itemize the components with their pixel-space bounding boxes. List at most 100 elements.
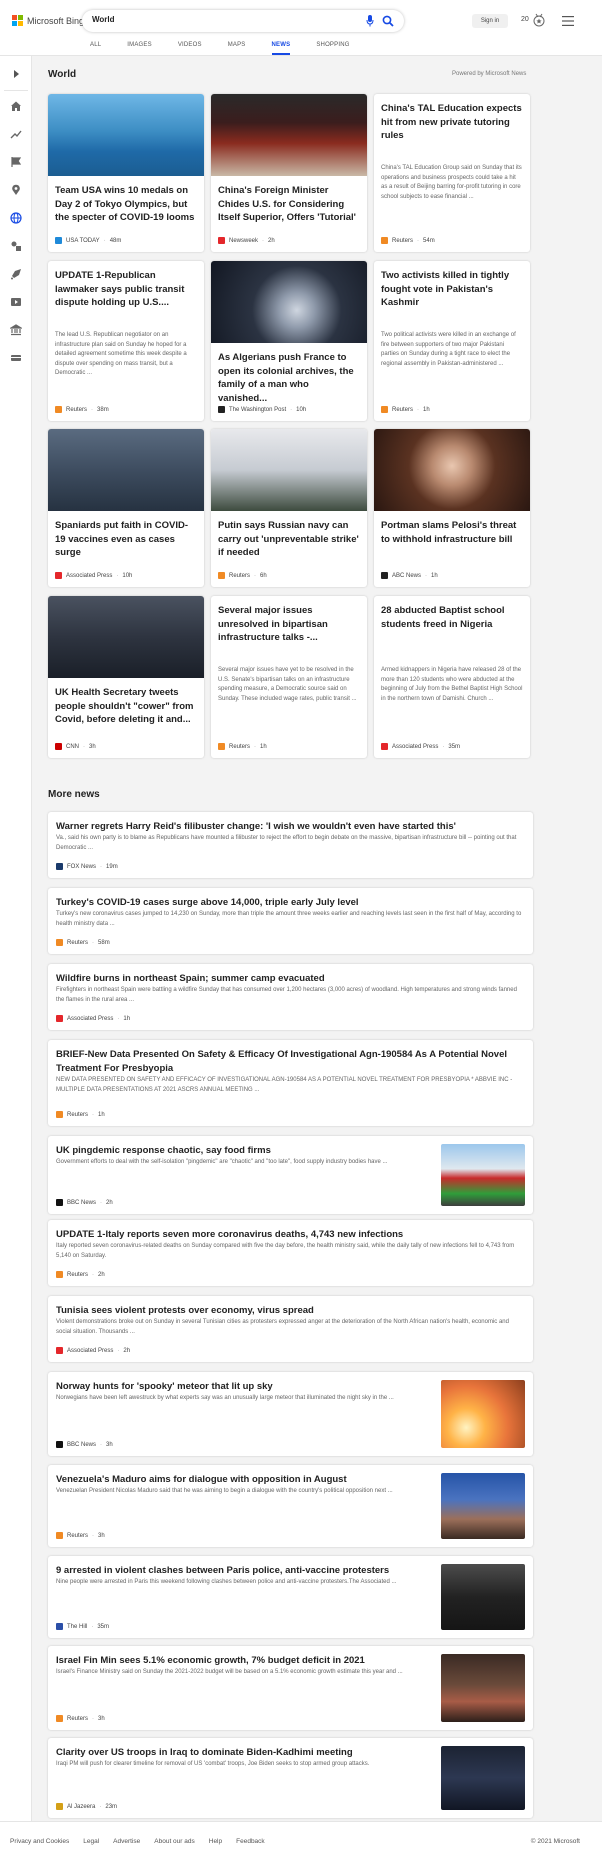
news-card[interactable]: Spaniards put faith in COVID-19 vaccines… [48, 429, 204, 587]
entertainment-icon[interactable] [10, 296, 22, 308]
news-card[interactable]: UK Health Secretary tweets people should… [48, 596, 204, 758]
news-card-title[interactable]: Several major issues unresolved in bipar… [218, 604, 360, 645]
more-news-source[interactable]: Reuters · 3h [56, 1715, 105, 1722]
more-news-source[interactable]: BBC News · 2h [56, 1199, 113, 1206]
more-news-item[interactable]: UK pingdemic response chaotic, say food … [48, 1136, 533, 1214]
tab-all[interactable]: ALL [90, 42, 101, 55]
more-news-source[interactable]: FOX News · 19m [56, 863, 118, 870]
more-news-source[interactable]: Associated Press · 2h [56, 1347, 130, 1354]
news-card[interactable]: Two activists killed in tightly fought v… [374, 261, 530, 421]
publisher-name[interactable]: Newsweek [229, 238, 258, 244]
news-card-source[interactable]: ABC News · 1h [381, 572, 438, 579]
publisher-name[interactable]: ABC News [392, 573, 421, 579]
news-card[interactable]: Portman slams Pelosi's threat to withhol… [374, 429, 530, 587]
more-news-image[interactable] [441, 1746, 525, 1810]
news-card-title[interactable]: China's TAL Education expects hit from n… [381, 102, 523, 143]
rewards-medal-icon[interactable] [533, 13, 545, 27]
publisher-name[interactable]: The Washington Post [229, 407, 286, 413]
more-news-title[interactable]: 9 arrested in violent clashes between Pa… [56, 1564, 425, 1578]
news-card-title[interactable]: China's Foreign Minister Chides U.S. for… [218, 184, 360, 225]
politics-icon[interactable] [10, 240, 22, 252]
more-news-title[interactable]: Turkey's COVID-19 cases surge above 14,0… [56, 896, 523, 910]
news-card-image[interactable] [48, 94, 204, 176]
news-card-source[interactable]: Reuters · 6h [218, 572, 267, 579]
publisher-name[interactable]: The Hill [67, 1624, 87, 1630]
home-icon[interactable] [10, 100, 22, 112]
news-card-title[interactable]: UPDATE 1-Republican lawmaker says public… [55, 269, 197, 310]
news-card-source[interactable]: Newsweek · 2h [218, 237, 275, 244]
more-news-source[interactable]: Associated Press · 1h [56, 1015, 130, 1022]
news-card-title[interactable]: Spaniards put faith in COVID-19 vaccines… [55, 519, 197, 560]
news-card-image[interactable] [211, 261, 367, 343]
us-flag-icon[interactable] [10, 156, 22, 168]
news-card-image[interactable] [48, 429, 204, 511]
news-card-title[interactable]: As Algerians push France to open its col… [218, 351, 360, 405]
more-news-item[interactable]: Tunisia sees violent protests over econo… [48, 1296, 533, 1362]
tab-videos[interactable]: VIDEOS [178, 42, 202, 55]
news-card[interactable]: China's TAL Education expects hit from n… [374, 94, 530, 252]
publisher-name[interactable]: Reuters [67, 1533, 88, 1539]
microphone-icon[interactable] [366, 15, 374, 27]
more-news-source[interactable]: Reuters · 1h [56, 1111, 105, 1118]
publisher-name[interactable]: BBC News [67, 1200, 96, 1206]
more-news-title[interactable]: Tunisia sees violent protests over econo… [56, 1304, 523, 1318]
globe-icon[interactable] [10, 212, 22, 224]
publisher-name[interactable]: Reuters [67, 940, 88, 946]
publisher-name[interactable]: Reuters [229, 744, 250, 750]
news-card-source[interactable]: Reuters · 1h [381, 406, 430, 413]
more-news-source[interactable]: Reuters · 58m [56, 939, 110, 946]
publisher-name[interactable]: Al Jazeera [67, 1804, 95, 1810]
more-news-image[interactable] [441, 1654, 525, 1722]
more-news-image[interactable] [441, 1144, 525, 1206]
hamburger-menu-icon[interactable] [562, 16, 574, 26]
publisher-name[interactable]: Reuters [67, 1112, 88, 1118]
more-news-source[interactable]: Reuters · 3h [56, 1532, 105, 1539]
more-news-item[interactable]: BRIEF-New Data Presented On Safety & Eff… [48, 1040, 533, 1126]
tab-maps[interactable]: MAPS [228, 42, 246, 55]
rocket-icon[interactable] [10, 268, 22, 280]
more-news-title[interactable]: Israel Fin Min sees 5.1% economic growth… [56, 1654, 425, 1668]
footer-link-about-ads[interactable]: About our ads [154, 1838, 194, 1845]
publisher-name[interactable]: Reuters [66, 407, 87, 413]
trending-icon[interactable] [10, 128, 22, 140]
tab-images[interactable]: IMAGES [127, 42, 152, 55]
more-news-item[interactable]: Warner regrets Harry Reid's filibuster c… [48, 812, 533, 878]
more-news-source[interactable]: The Hill · 35m [56, 1623, 109, 1630]
search-icon[interactable] [382, 15, 394, 27]
powered-by-text[interactable]: Powered by Microsoft News [452, 71, 526, 77]
news-card-source[interactable]: USA TODAY · 48m [55, 237, 121, 244]
footer-link-privacy[interactable]: Privacy and Cookies [10, 1838, 69, 1845]
publisher-name[interactable]: Reuters [392, 238, 413, 244]
news-card[interactable]: UPDATE 1-Republican lawmaker says public… [48, 261, 204, 421]
news-card-source[interactable]: Reuters · 1h [218, 743, 267, 750]
publisher-name[interactable]: FOX News [67, 864, 96, 870]
publisher-name[interactable]: Reuters [67, 1716, 88, 1722]
more-news-source[interactable]: Al Jazeera · 23m [56, 1803, 117, 1810]
more-news-title[interactable]: Venezuela's Maduro aims for dialogue wit… [56, 1473, 425, 1487]
news-card-image[interactable] [211, 429, 367, 511]
news-card-source[interactable]: Associated Press · 35m [381, 743, 460, 750]
news-card[interactable]: China's Foreign Minister Chides U.S. for… [211, 94, 367, 252]
more-news-item[interactable]: Turkey's COVID-19 cases surge above 14,0… [48, 888, 533, 954]
news-card[interactable]: Team USA wins 10 medals on Day 2 of Toky… [48, 94, 204, 252]
more-news-image[interactable] [441, 1564, 525, 1630]
bing-logo[interactable]: Microsoft Bing [12, 15, 84, 26]
publisher-name[interactable]: Reuters [229, 573, 250, 579]
footer-link-legal[interactable]: Legal [83, 1838, 99, 1845]
publisher-name[interactable]: Reuters [392, 407, 413, 413]
news-card-title[interactable]: Two activists killed in tightly fought v… [381, 269, 523, 310]
rewards-count[interactable]: 20 [521, 16, 529, 23]
tab-news[interactable]: NEWS [271, 42, 291, 55]
more-news-item[interactable]: UPDATE 1-Italy reports seven more corona… [48, 1220, 533, 1286]
news-card[interactable]: As Algerians push France to open its col… [211, 261, 367, 421]
more-news-item[interactable]: Israel Fin Min sees 5.1% economic growth… [48, 1646, 533, 1730]
more-news-item[interactable]: Clarity over US troops in Iraq to domina… [48, 1738, 533, 1818]
news-card-image[interactable] [211, 94, 367, 176]
money-icon[interactable] [10, 352, 22, 364]
news-card-title[interactable]: UK Health Secretary tweets people should… [55, 686, 197, 727]
news-card-source[interactable]: Reuters · 38m [55, 406, 109, 413]
news-card[interactable]: 28 abducted Baptist school students free… [374, 596, 530, 758]
sign-in-button[interactable]: Sign in [472, 14, 508, 28]
more-news-title[interactable]: Wildfire burns in northeast Spain; summe… [56, 972, 523, 986]
publisher-name[interactable]: Associated Press [66, 573, 112, 579]
